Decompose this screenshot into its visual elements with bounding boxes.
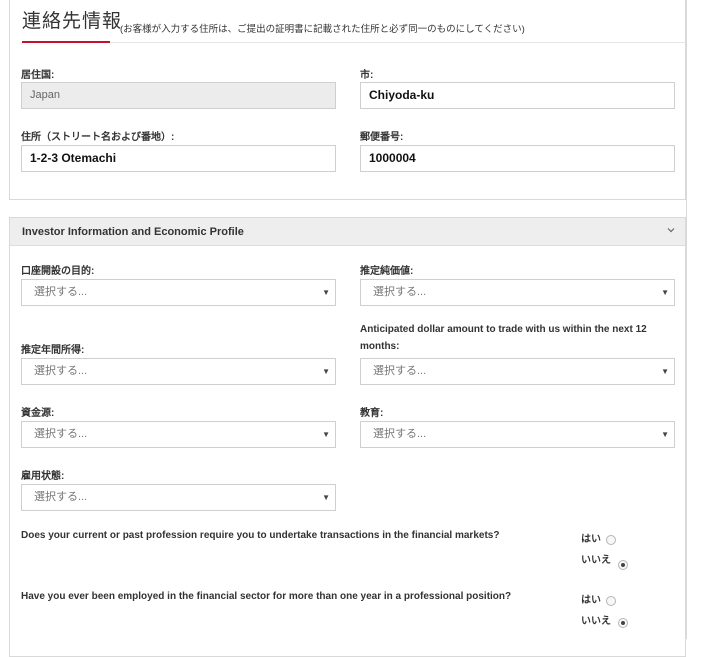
dollar-amount-label-line2: months: [360, 341, 400, 352]
triangle-down-icon: ▼ [661, 288, 669, 297]
triangle-down-icon: ▼ [322, 430, 330, 439]
income-select[interactable]: 選択する... ▼ [21, 358, 336, 385]
funds-source-label: 資金源: [21, 408, 55, 419]
q1-yes-radio[interactable] [606, 535, 616, 545]
purpose-select[interactable]: 選択する... ▼ [21, 279, 336, 306]
dollar-amount-select[interactable]: 選択する... ▼ [360, 358, 675, 385]
dollar-amount-label-line1: Anticipated dollar amount to trade with … [360, 324, 647, 335]
q2-yes-label: はい [581, 595, 601, 606]
section-title-underline [22, 41, 110, 43]
city-label: 市: [360, 70, 374, 81]
networth-label: 推定純価値: [360, 266, 414, 277]
country-label: 居住国: [21, 70, 55, 81]
country-field: Japan [21, 82, 336, 109]
employment-select-value: 選択する... [34, 491, 88, 503]
q2-yes-radio[interactable] [606, 596, 616, 606]
question-financial-profession: Does your current or past profession req… [21, 530, 500, 541]
page-frame-right [686, 0, 687, 639]
q2-no-label: いいえ [581, 616, 611, 627]
q1-yes-label: はい [581, 534, 601, 545]
address-field[interactable]: 1-2-3 Otemachi [21, 145, 336, 172]
networth-select-value: 選択する... [373, 286, 427, 298]
income-label: 推定年間所得: [21, 345, 85, 356]
employment-select[interactable]: 選択する... ▼ [21, 484, 336, 511]
purpose-label: 口座開設の目的: [21, 266, 95, 277]
investor-panel-title: Investor Information and Economic Profil… [22, 226, 244, 238]
triangle-down-icon: ▼ [322, 288, 330, 297]
purpose-select-value: 選択する... [34, 286, 88, 298]
address-label: 住所（ストリート名および番地）: [21, 132, 175, 143]
income-select-value: 選択する... [34, 365, 88, 377]
contact-section-title: 連絡先情報 [22, 11, 123, 32]
contact-info-panel: 連絡先情報 (お客様が入力する住所は、ご提出の証明書に記載された住所と必ず同一の… [9, 0, 686, 200]
chevron-down-icon[interactable] [666, 225, 676, 235]
funds-source-select[interactable]: 選択する... ▼ [21, 421, 336, 448]
section-divider [110, 42, 686, 43]
city-field[interactable]: Chiyoda-ku [360, 82, 675, 109]
dollar-amount-select-value: 選択する... [373, 365, 427, 377]
investor-info-panel: Investor Information and Economic Profil… [9, 217, 686, 657]
education-label: 教育: [360, 408, 384, 419]
triangle-down-icon: ▼ [322, 367, 330, 376]
triangle-down-icon: ▼ [661, 430, 669, 439]
q1-no-label: いいえ [581, 555, 611, 566]
q1-no-radio[interactable] [618, 560, 628, 570]
employment-label: 雇用状態: [21, 471, 65, 482]
q2-no-radio[interactable] [618, 618, 628, 628]
education-select[interactable]: 選択する... ▼ [360, 421, 675, 448]
triangle-down-icon: ▼ [661, 367, 669, 376]
funds-source-select-value: 選択する... [34, 428, 88, 440]
triangle-down-icon: ▼ [322, 493, 330, 502]
networth-select[interactable]: 選択する... ▼ [360, 279, 675, 306]
postal-code-label: 郵便番号: [360, 132, 404, 143]
postal-code-field[interactable]: 1000004 [360, 145, 675, 172]
contact-section-note: (お客様が入力する住所は、ご提出の証明書に記載された住所と必ず同一のものにしてく… [120, 24, 525, 35]
question-financial-sector-employment: Have you ever been employed in the finan… [21, 591, 512, 602]
education-select-value: 選択する... [373, 428, 427, 440]
contact-section-header: 連絡先情報 (お客様が入力する住所は、ご提出の証明書に記載された住所と必ず同一の… [22, 6, 686, 43]
investor-panel-header[interactable]: Investor Information and Economic Profil… [10, 218, 685, 246]
